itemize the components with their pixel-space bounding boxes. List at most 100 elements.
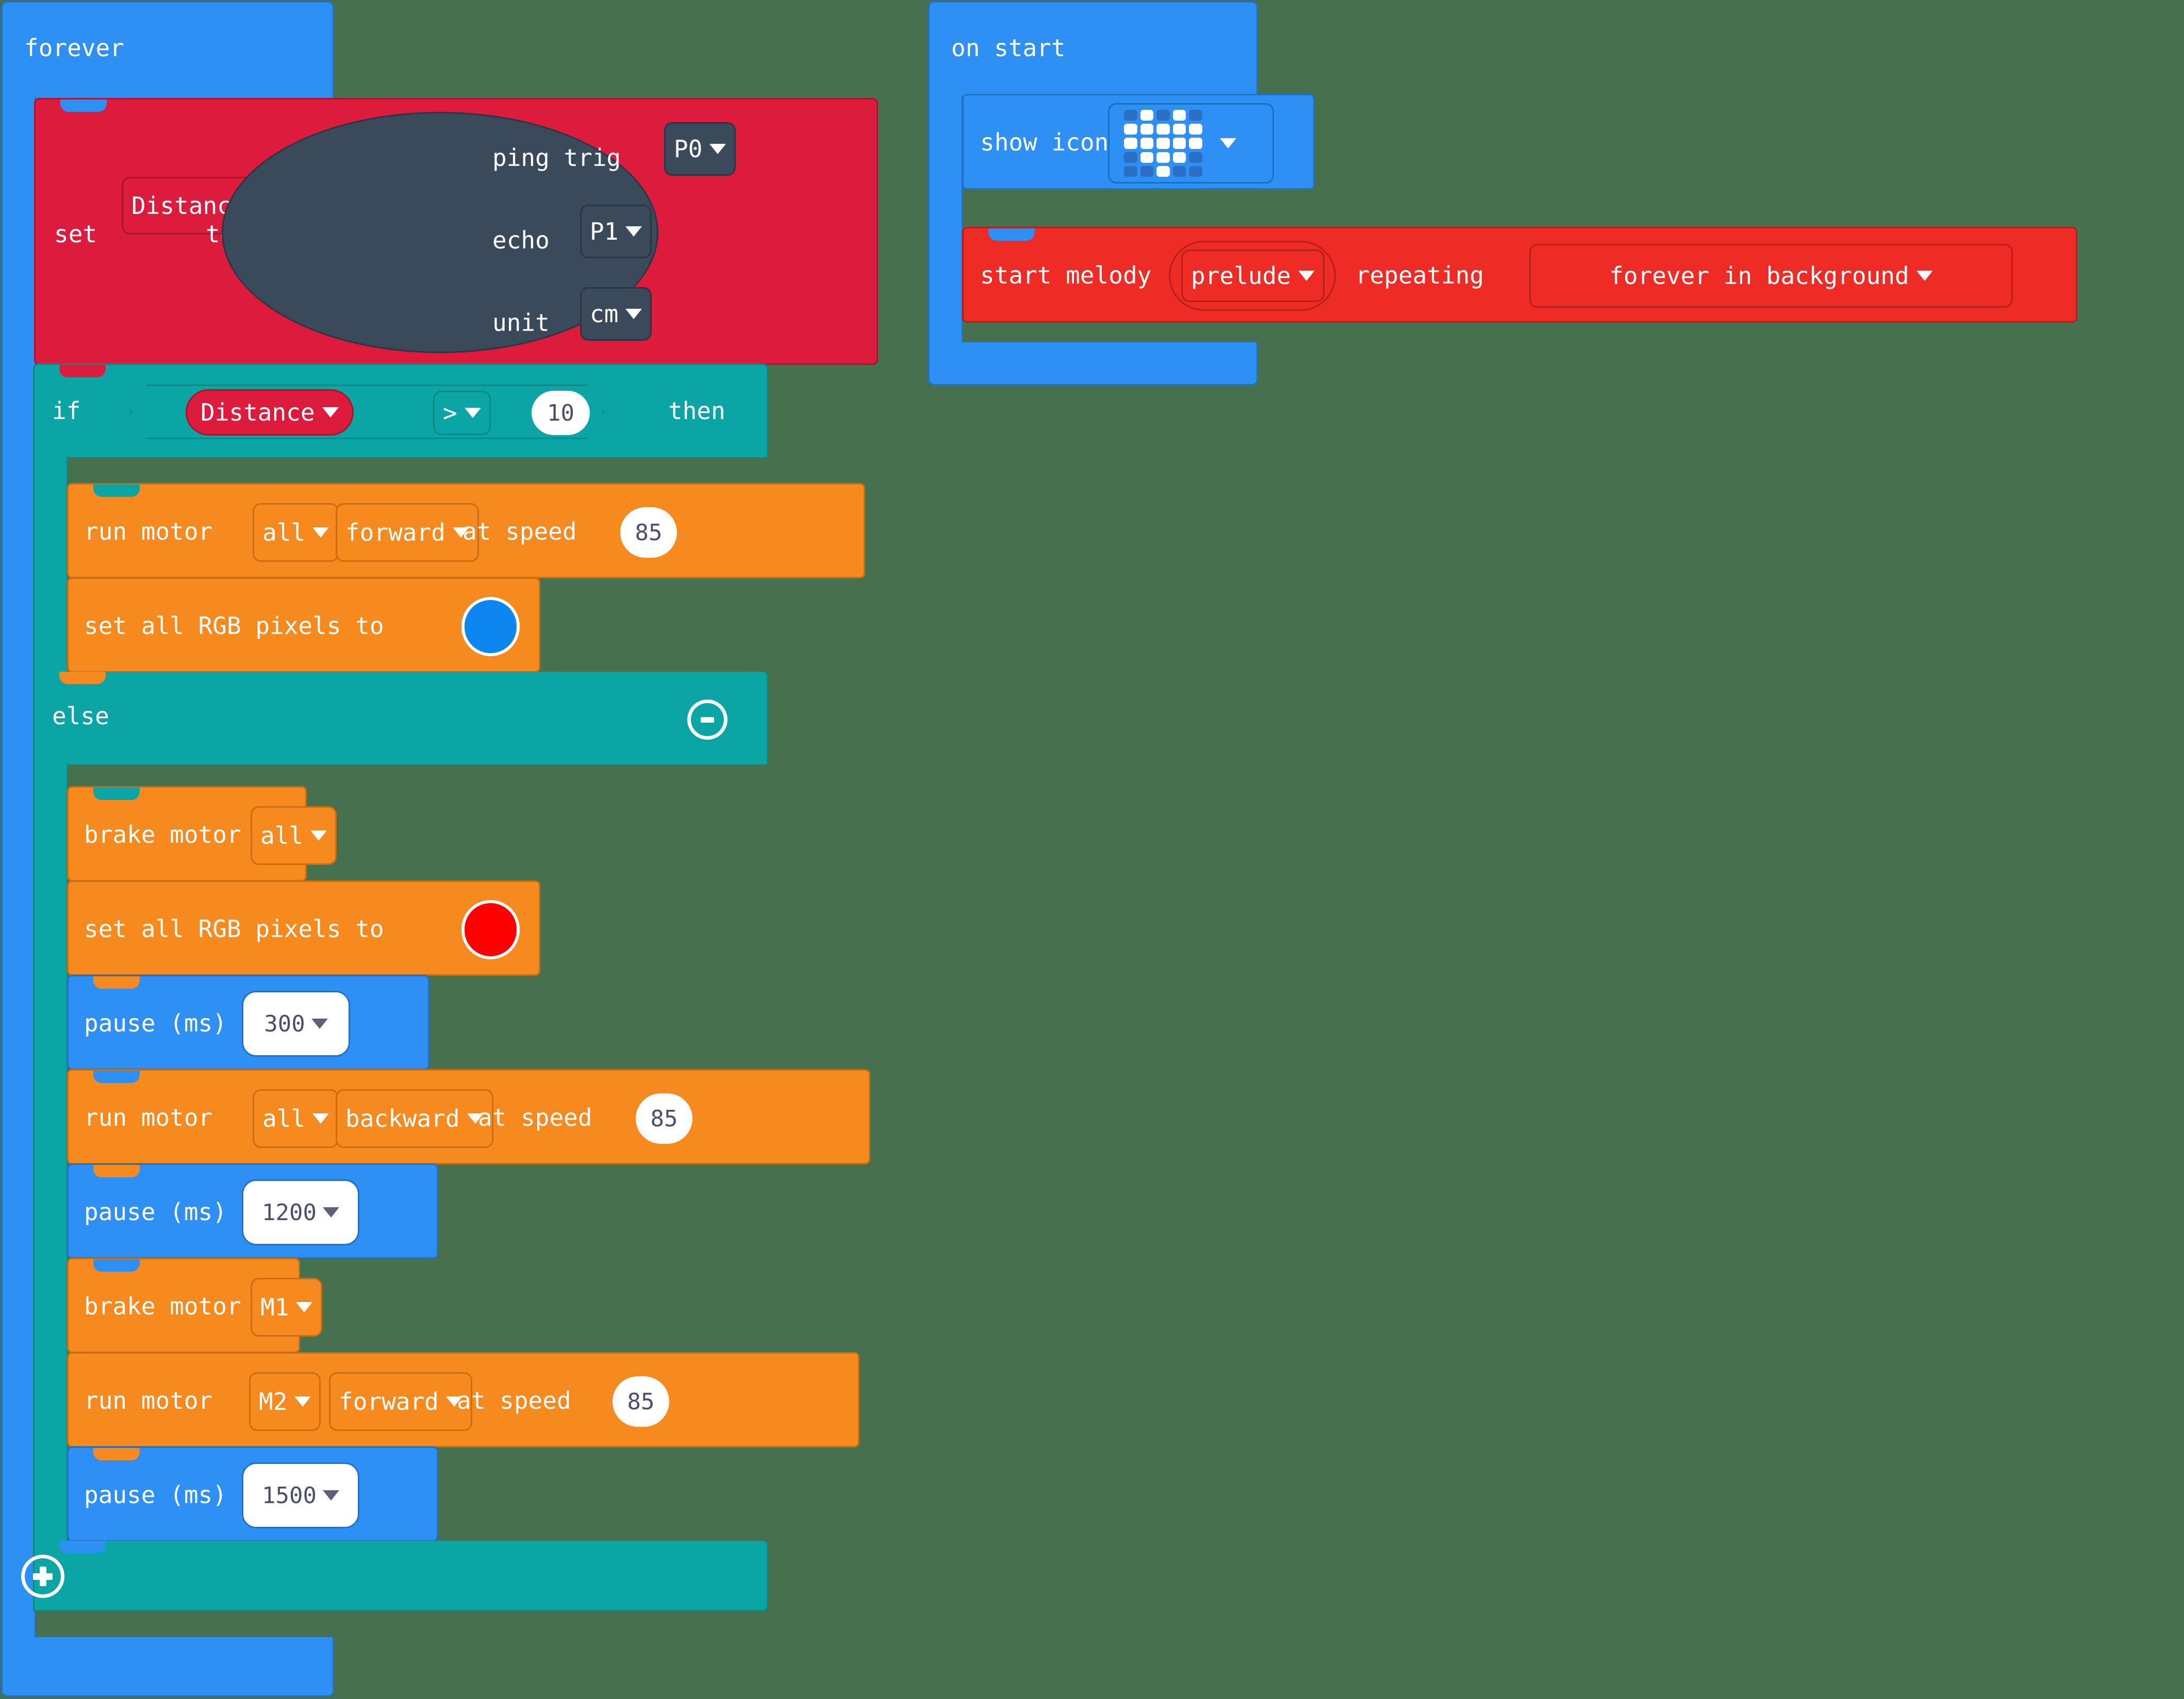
distance-variable-name: Distance <box>201 398 315 426</box>
led-cell <box>1156 124 1170 135</box>
melody-dropdown[interactable]: prelude <box>1181 249 1325 302</box>
unit-value: cm <box>590 300 619 328</box>
run-motor-speed-value: 85 <box>650 1105 678 1132</box>
pause-duration-dropdown[interactable]: 1200 <box>242 1179 359 1245</box>
chevron-down-icon <box>464 408 481 418</box>
run-motor-target-value: all <box>262 519 306 546</box>
heart-icon <box>1124 110 1202 177</box>
led-cell <box>1189 152 1202 163</box>
chevron-down-icon <box>294 1396 311 1407</box>
pause-label: pause (ms) <box>84 1009 227 1037</box>
set-rgb-pixels-block-2[interactable]: set all RGB pixels to <box>67 880 540 976</box>
brake-motor-block-1[interactable]: brake motor all <box>67 786 337 881</box>
repeat-mode-dropdown[interactable]: forever in background <box>1529 244 2013 308</box>
set-variable-block[interactable]: set Distance to ping trig P0 echo P1 uni… <box>34 98 878 365</box>
brake-motor-block-2[interactable]: brake motor M1 <box>67 1258 323 1353</box>
block-notch <box>60 99 107 112</box>
rgb-color-swatch-red[interactable] <box>461 900 520 959</box>
run-motor-block-1[interactable]: run motor all forward at speed 85 <box>67 483 865 578</box>
run-motor-block-3[interactable]: run motor M2 forward at speed 85 <box>67 1352 859 1447</box>
block-notch <box>59 1541 106 1553</box>
run-motor-direction-dropdown[interactable]: backward <box>336 1089 493 1148</box>
run-motor-target-dropdown[interactable]: M2 <box>249 1372 321 1431</box>
chevron-down-icon <box>1298 271 1315 281</box>
block-notch <box>988 95 1035 108</box>
pause-block-1[interactable]: pause (ms) 300 <box>67 975 429 1070</box>
else-block-header[interactable]: else <box>33 672 768 764</box>
show-icon-label: show icon <box>980 128 1109 156</box>
run-motor-direction-value: backward <box>345 1105 460 1132</box>
start-melody-block[interactable]: start melody prelude repeating forever i… <box>962 227 2077 323</box>
plus-circle-icon[interactable] <box>21 1555 64 1598</box>
repeat-mode-value: forever in background <box>1609 262 1909 290</box>
led-cell <box>1124 110 1137 121</box>
led-cell <box>1172 124 1186 135</box>
rgb-color-swatch-blue[interactable] <box>461 597 520 656</box>
block-notch <box>93 788 140 800</box>
repeating-label: repeating <box>1355 261 1484 289</box>
if-label: if <box>52 397 81 425</box>
pause-duration-dropdown[interactable]: 1500 <box>242 1462 359 1528</box>
run-motor-direction-dropdown[interactable]: forward <box>336 503 479 562</box>
run-motor-target-dropdown[interactable]: all <box>253 1089 339 1148</box>
set-rgb-pixels-block-1[interactable]: set all RGB pixels to <box>67 577 540 673</box>
chevron-down-icon <box>709 144 726 154</box>
led-cell <box>1172 165 1186 177</box>
run-motor-target-dropdown[interactable]: all <box>253 503 339 562</box>
show-icon-block[interactable]: show icon <box>962 94 1315 190</box>
chevron-down-icon <box>311 1019 328 1029</box>
block-notch <box>93 882 140 894</box>
brake-motor-target-dropdown[interactable]: M1 <box>251 1278 323 1337</box>
led-cell <box>1156 138 1170 149</box>
pause-block-3[interactable]: pause (ms) 1500 <box>67 1446 438 1542</box>
ping-trig-label-overlay: ping trig <box>492 144 621 172</box>
block-notch <box>93 1071 140 1083</box>
pause-duration-dropdown[interactable]: 300 <box>242 991 350 1057</box>
chevron-down-icon <box>312 1113 329 1124</box>
set-rgb-pixels-label: set all RGB pixels to <box>84 915 384 943</box>
distance-variable-reporter[interactable]: Distance <box>186 389 354 436</box>
led-cell <box>1124 138 1137 149</box>
led-matrix-dropdown[interactable] <box>1108 103 1274 184</box>
run-motor-block-2[interactable]: run motor all backward at speed 85 <box>67 1069 870 1164</box>
minus-circle-icon[interactable] <box>687 699 727 740</box>
pause-label: pause (ms) <box>84 1481 227 1509</box>
comparison-operator-value: > <box>443 399 457 427</box>
run-motor-speed-input[interactable]: 85 <box>620 507 677 558</box>
chevron-down-icon <box>322 1490 339 1501</box>
brake-motor-label: brake motor <box>84 821 241 848</box>
else-branch-spine <box>33 763 68 1611</box>
led-cell <box>1140 138 1154 149</box>
run-motor-label: run motor <box>84 1387 213 1414</box>
chevron-down-icon <box>312 527 329 538</box>
comparison-operator-dropdown[interactable]: > <box>433 391 491 435</box>
led-cell <box>1156 110 1170 121</box>
block-notch <box>93 1165 140 1177</box>
if-block-footer[interactable] <box>21 1541 768 1611</box>
pause-label: pause (ms) <box>84 1198 227 1226</box>
run-motor-direction-dropdown[interactable]: forward <box>329 1372 472 1431</box>
chevron-down-icon <box>625 226 642 237</box>
led-cell <box>1172 110 1186 121</box>
run-motor-speed-input[interactable]: 85 <box>636 1093 692 1144</box>
led-cell <box>1172 138 1186 149</box>
unit-dropdown-overlay[interactable]: cm <box>580 287 652 341</box>
block-notch <box>93 1354 140 1366</box>
led-cell <box>1189 165 1202 177</box>
brake-motor-target-dropdown[interactable]: all <box>251 806 337 865</box>
melody-value: prelude <box>1191 262 1291 290</box>
ping-trig-pin-dropdown-overlay[interactable]: P0 <box>664 122 736 176</box>
run-motor-target-value: M2 <box>259 1388 288 1415</box>
pause-block-2[interactable]: pause (ms) 1200 <box>67 1163 438 1259</box>
else-label: else <box>52 702 109 730</box>
run-motor-speed-input[interactable]: 85 <box>613 1376 669 1427</box>
on-start-header[interactable]: on start <box>928 1 1258 98</box>
pause-duration-value: 1200 <box>262 1199 317 1226</box>
then-label: then <box>668 397 725 425</box>
blocks-workspace[interactable]: forever set Distance to ping trig P0 ech… <box>0 0 2184 1699</box>
comparison-right-number-input[interactable]: 10 <box>532 391 590 435</box>
run-motor-label: run motor <box>84 518 213 545</box>
echo-pin-dropdown-overlay[interactable]: P1 <box>580 205 652 258</box>
forever-block[interactable]: forever <box>1 1 334 99</box>
block-notch <box>93 579 140 591</box>
